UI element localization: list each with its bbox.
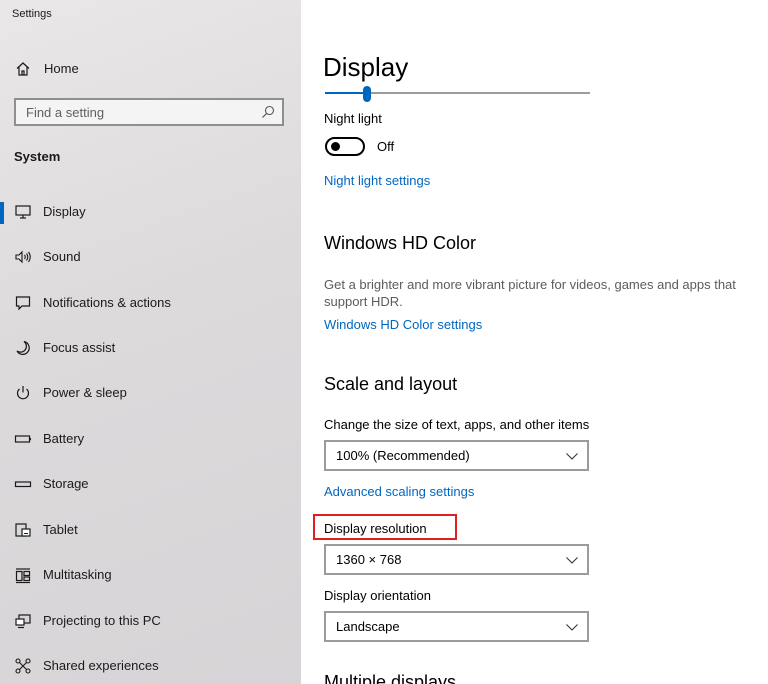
night-light-label: Night light [324,111,382,126]
scale-layout-heading: Scale and layout [324,374,458,394]
sidebar-item-shared-experiences[interactable]: Shared experiences [0,649,301,683]
night-light-state: Off [377,139,395,154]
brightness-slider-thumb[interactable] [363,86,371,102]
night-light-toggle[interactable] [325,137,365,156]
search-icon[interactable] [260,104,276,120]
sidebar-item-battery[interactable]: Battery [0,422,301,456]
speaker-icon [15,250,31,264]
home-label: Home [44,61,79,76]
sidebar-item-power-sleep[interactable]: Power & sleep [0,376,301,410]
shared-experiences-icon [15,658,31,674]
resolution-dropdown[interactable]: 1360 × 768 [324,544,589,575]
chevron-down-icon [566,624,578,631]
night-light-settings-link[interactable]: Night light settings [324,173,430,188]
app-title: Settings [12,8,52,20]
search-input[interactable]: Find a setting [14,98,284,126]
monitor-icon [15,205,31,219]
sidebar-item-label: Projecting to this PC [43,613,161,628]
page-title: Display [323,52,409,82]
orientation-value: Landscape [336,619,400,634]
toggle-knob [331,142,340,151]
chevron-down-icon [566,453,578,460]
hd-color-description: Get a brighter and more vibrant picture … [324,277,736,309]
notification-icon [15,296,31,311]
sidebar-item-focus-assist[interactable]: Focus assist [0,331,301,365]
sidebar-item-sound[interactable]: Sound [0,240,301,274]
sidebar-item-notifications[interactable]: Notifications & actions [0,286,301,320]
brightness-slider-fill [325,92,367,94]
sidebar-item-label: Sound [43,249,81,264]
orientation-dropdown[interactable]: Landscape [324,611,589,642]
main-content: Display Night light Off Night light sett… [301,0,768,684]
sidebar-item-tablet[interactable]: Tablet [0,513,301,547]
sidebar-item-label: Battery [43,431,85,446]
sidebar-item-label: Storage [43,476,89,491]
sidebar-item-label: Power & sleep [43,385,127,400]
sidebar-item-label: Multitasking [43,567,112,582]
scale-dropdown[interactable]: 100% (Recommended) [324,440,589,471]
sidebar-item-label: Display [43,204,86,219]
home-icon [16,62,30,76]
battery-icon [14,435,31,443]
chevron-down-icon [566,557,578,564]
sidebar-item-label: Notifications & actions [43,295,171,310]
scale-label: Change the size of text, apps, and other… [324,417,590,432]
home-nav-item[interactable]: Home [0,56,301,82]
sidebar: Settings Home Find a setting System Disp… [0,0,301,684]
power-icon [16,386,30,400]
resolution-label: Display resolution [324,521,427,536]
advanced-scaling-link[interactable]: Advanced scaling settings [324,484,474,499]
search-placeholder: Find a setting [26,105,105,120]
sidebar-item-label: Shared experiences [43,658,159,673]
hd-color-heading: Windows HD Color [324,233,477,253]
projecting-icon [15,614,31,629]
sidebar-item-projecting[interactable]: Projecting to this PC [0,604,301,638]
sidebar-item-label: Focus assist [43,340,116,355]
sidebar-item-multitasking[interactable]: Multitasking [0,558,301,592]
orientation-label: Display orientation [324,588,431,603]
sidebar-item-display[interactable]: Display [0,195,301,229]
multiple-displays-heading: Multiple displays [324,672,457,684]
storage-icon [14,481,32,488]
multitasking-icon [15,568,31,584]
scale-value: 100% (Recommended) [336,448,470,463]
resolution-value: 1360 × 768 [336,552,402,567]
hd-color-settings-link[interactable]: Windows HD Color settings [324,317,482,332]
tablet-icon [15,523,31,537]
section-header-system: System [14,149,61,164]
sidebar-item-label: Tablet [43,522,78,537]
sidebar-item-storage[interactable]: Storage [0,467,301,501]
moon-icon [16,340,30,355]
